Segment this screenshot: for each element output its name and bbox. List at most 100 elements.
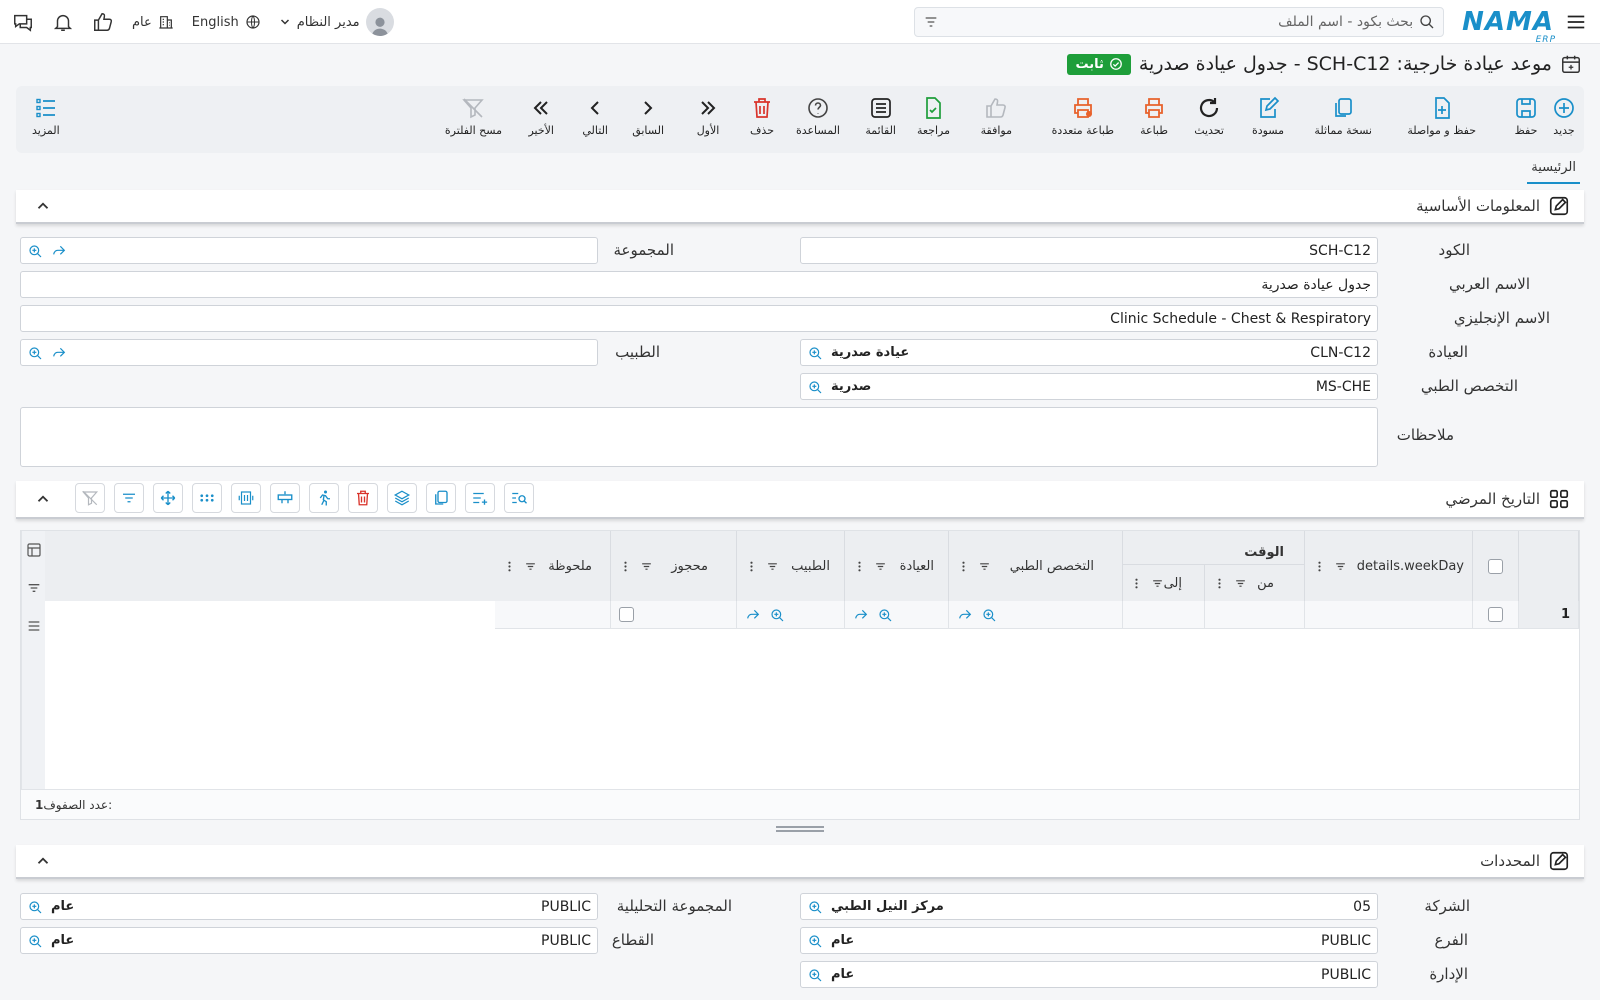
grid-search-button[interactable]	[504, 483, 534, 513]
grid-insert-button[interactable]	[270, 483, 300, 513]
grid-delete-button[interactable]	[348, 483, 378, 513]
filter-panel-icon[interactable]	[25, 579, 43, 597]
filter-icon[interactable]	[766, 560, 779, 573]
search-plus-icon[interactable]	[27, 345, 43, 361]
print-button[interactable]: طباعة	[1140, 96, 1168, 137]
doctor-header[interactable]: الطبيب	[737, 531, 845, 601]
review-button[interactable]: مراجعة	[917, 96, 950, 137]
multi-print-button[interactable]: طباعة متعددة	[1052, 96, 1114, 137]
open-link-icon[interactable]	[957, 607, 973, 623]
messages-button[interactable]	[12, 11, 34, 33]
open-link-icon[interactable]	[51, 243, 67, 259]
draft-button[interactable]: مسودة	[1252, 96, 1284, 137]
more-vert-icon[interactable]	[853, 560, 866, 573]
analytic-group-field[interactable]: PUBLIC عام	[20, 893, 598, 920]
next-button[interactable]: التالي	[582, 96, 608, 137]
weekday-header[interactable]: details.weekDay	[1305, 531, 1473, 601]
search-plus-icon[interactable]	[769, 607, 785, 623]
table-cell-to[interactable]	[1123, 601, 1205, 629]
row-checkbox[interactable]	[1488, 607, 1503, 622]
table-cell-from[interactable]	[1205, 601, 1305, 629]
filter-icon[interactable]	[978, 560, 991, 573]
save-continue-button[interactable]: حفظ و مواصلة	[1407, 96, 1476, 137]
search-plus-icon[interactable]	[807, 899, 823, 915]
filter-icon[interactable]	[524, 560, 537, 573]
table-cell-doctor[interactable]	[737, 601, 845, 629]
last-button[interactable]: الأخير	[528, 96, 554, 137]
search-plus-icon[interactable]	[981, 607, 997, 623]
approve-button[interactable]: موافقة	[981, 96, 1012, 137]
resize-handle[interactable]	[776, 826, 824, 832]
grid-fit-button[interactable]	[231, 483, 261, 513]
list-button[interactable]: القائمة	[865, 96, 896, 137]
notifications-button[interactable]	[52, 11, 74, 33]
more-vert-icon[interactable]	[745, 560, 758, 573]
open-link-icon[interactable]	[745, 607, 761, 623]
menu-panel-icon[interactable]	[25, 617, 43, 635]
grid-clear-filter-button[interactable]	[75, 483, 105, 513]
search-input[interactable]	[945, 13, 1414, 30]
user-menu[interactable]: مدير النظام	[279, 8, 394, 36]
reserved-header[interactable]: محجوز	[611, 531, 737, 601]
grid-copy-button[interactable]	[426, 483, 456, 513]
filter-icon[interactable]	[923, 14, 939, 30]
search-plus-icon[interactable]	[27, 933, 43, 949]
clinic-field[interactable]: CLN-C12 عيادة صدرية	[800, 339, 1378, 366]
like-button[interactable]	[92, 11, 114, 33]
collapse-chevron-icon[interactable]	[34, 197, 52, 215]
open-link-icon[interactable]	[853, 607, 869, 623]
save-button[interactable]: حفظ	[1514, 96, 1538, 137]
grid-add-row-button[interactable]	[465, 483, 495, 513]
specialty-field[interactable]: MS-CHE صدرية	[800, 373, 1378, 400]
help-button[interactable]: المساعدة	[796, 96, 840, 137]
doctor-field[interactable]	[20, 339, 598, 366]
department-field[interactable]: PUBLIC عام	[800, 961, 1378, 988]
new-button[interactable]: جديد	[1552, 96, 1576, 137]
arabic-name-field[interactable]: جدول عيادة صدرية	[20, 271, 1378, 298]
company-field[interactable]: 05 مركز النيل الطبي	[800, 893, 1378, 920]
table-cell-weekday[interactable]	[1305, 601, 1473, 629]
clinic-header[interactable]: العيادة	[845, 531, 949, 601]
to-header[interactable]: إلى	[1123, 565, 1205, 601]
reserved-checkbox[interactable]	[619, 607, 634, 622]
select-all-checkbox[interactable]	[1488, 558, 1503, 574]
duplicate-button[interactable]: نسخة مماثلة	[1314, 96, 1372, 137]
filter-icon[interactable]	[1234, 577, 1247, 590]
specialty-header[interactable]: التخصص الطبي	[949, 531, 1123, 601]
grid-filter-button[interactable]	[114, 483, 144, 513]
grid-run-button[interactable]	[309, 483, 339, 513]
more-button[interactable]: المزيد	[32, 96, 60, 137]
group-field[interactable]	[20, 237, 598, 264]
refresh-button[interactable]: تحديث	[1194, 96, 1224, 137]
branch-field[interactable]: PUBLIC عام	[800, 927, 1378, 954]
grid-dots-button[interactable]	[192, 483, 222, 513]
grid-move-button[interactable]	[153, 483, 183, 513]
search-plus-icon[interactable]	[27, 243, 43, 259]
search-icon[interactable]	[1419, 14, 1435, 30]
more-vert-icon[interactable]	[619, 560, 632, 573]
table-cell-note[interactable]	[495, 601, 611, 629]
more-vert-icon[interactable]	[957, 560, 970, 573]
filter-icon[interactable]	[874, 560, 887, 573]
search-plus-icon[interactable]	[877, 607, 893, 623]
more-vert-icon[interactable]	[1130, 577, 1143, 590]
search-plus-icon[interactable]	[807, 967, 823, 983]
table-cell-specialty[interactable]	[949, 601, 1123, 629]
delete-button[interactable]: حذف	[750, 96, 774, 137]
notes-textarea[interactable]	[20, 407, 1378, 467]
search-plus-icon[interactable]	[807, 379, 823, 395]
english-name-field[interactable]: Clinic Schedule - Chest & Respiratory	[20, 305, 1378, 332]
clear-filter-button[interactable]: مسح الفلترة	[445, 96, 502, 137]
collapse-chevron-icon[interactable]	[34, 852, 52, 870]
columns-panel-icon[interactable]	[25, 541, 43, 559]
sector-field[interactable]: PUBLIC عام	[20, 927, 598, 954]
previous-button[interactable]: السابق	[632, 96, 664, 137]
first-button[interactable]: الأول	[696, 96, 720, 137]
filter-icon[interactable]	[1334, 560, 1347, 573]
language-switch[interactable]: English	[192, 14, 261, 30]
nama-logo[interactable]: NAMA ERP	[1462, 7, 1555, 45]
note-header[interactable]: ملحوظة	[495, 531, 611, 601]
filter-icon[interactable]	[640, 560, 653, 573]
search-plus-icon[interactable]	[807, 933, 823, 949]
company-switch[interactable]: عام	[132, 14, 174, 30]
